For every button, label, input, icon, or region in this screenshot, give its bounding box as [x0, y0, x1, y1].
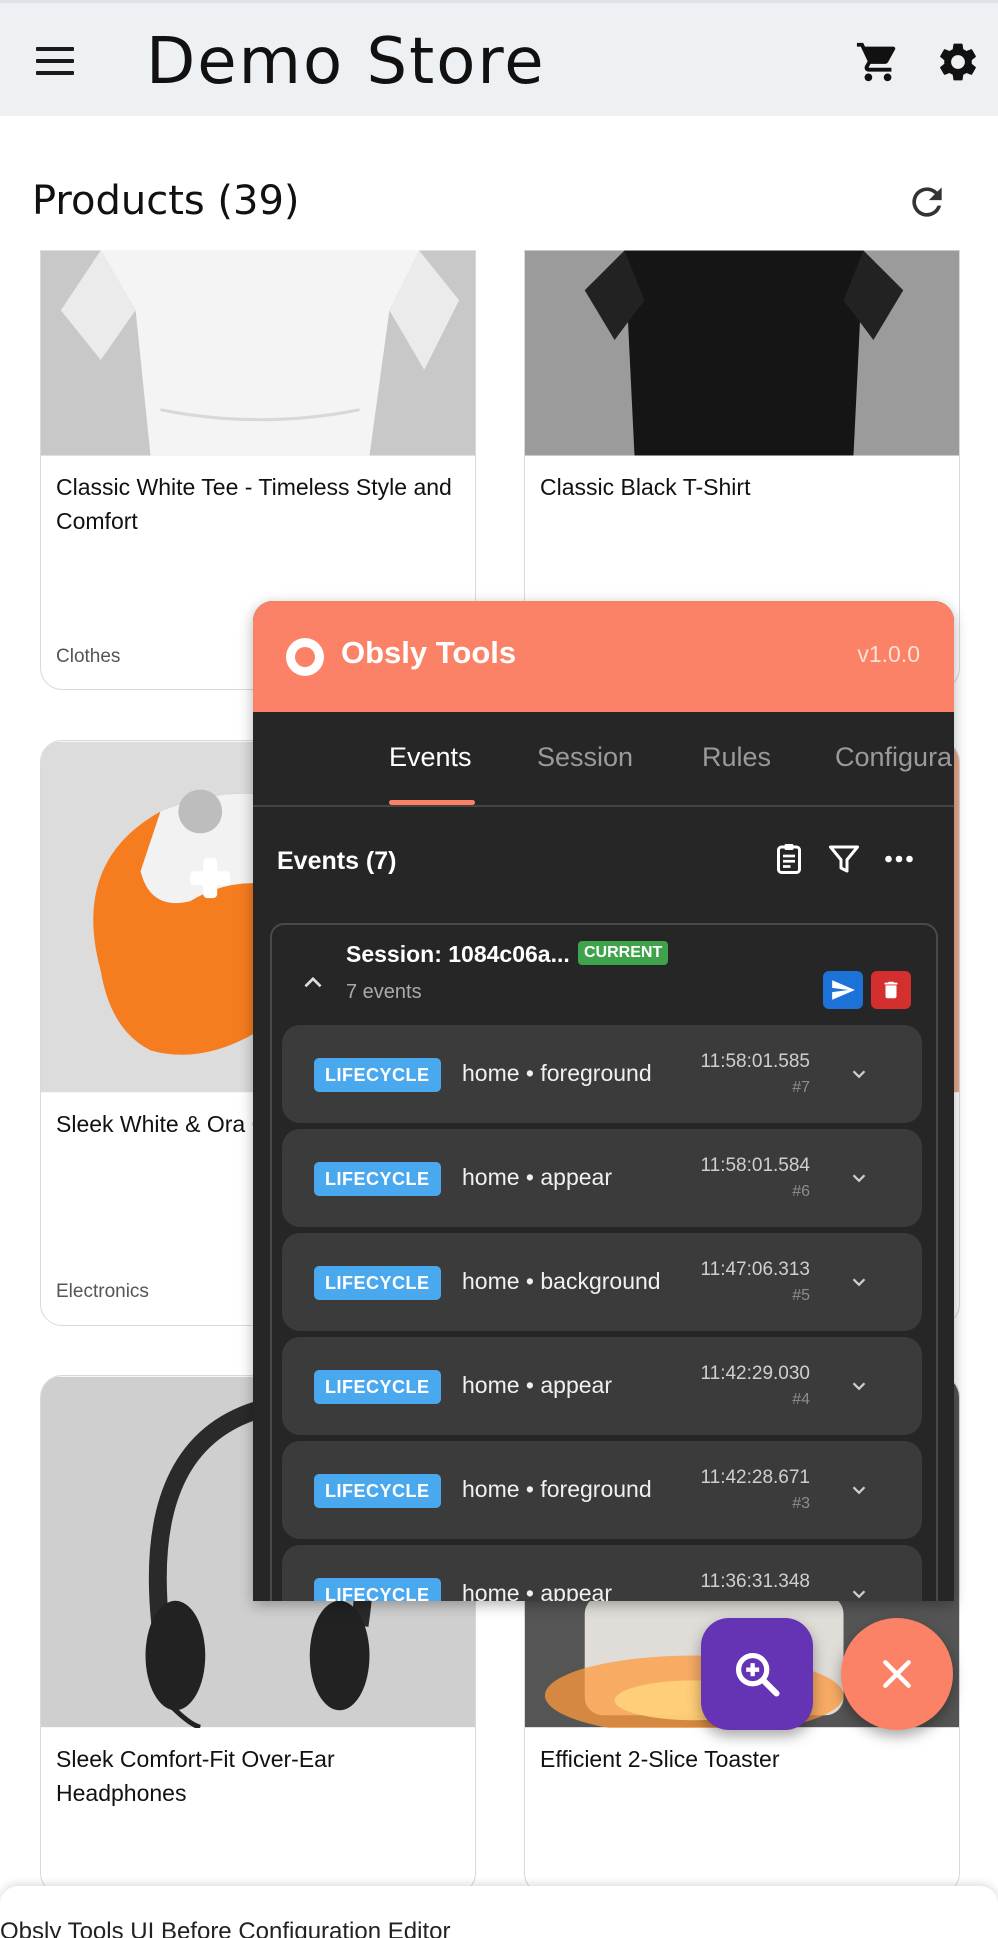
- send-icon: [832, 980, 855, 1000]
- zoom-in-icon: [735, 1652, 780, 1697]
- chevron-down-icon[interactable]: [848, 1271, 870, 1293]
- app-root: Demo Store Products (39) Classic White T…: [0, 0, 998, 1938]
- tab-configuration[interactable]: Configura: [835, 742, 952, 773]
- event-number: #7: [792, 1079, 810, 1096]
- tools-version: v1.0.0: [857, 641, 920, 667]
- event-type-tag: LIFECYCLE: [314, 1058, 441, 1092]
- app-title: Demo Store: [146, 25, 546, 99]
- event-row[interactable]: LIFECYCLE home • foreground 11:42:28.671…: [282, 1441, 922, 1539]
- delete-session-button[interactable]: [871, 971, 911, 1009]
- products-heading: Products (39): [32, 178, 300, 224]
- chevron-up-icon[interactable]: [300, 969, 326, 995]
- event-time: 11:36:31.348: [700, 1571, 810, 1592]
- event-row[interactable]: LIFECYCLE home • appear 11:42:29.030 #4: [282, 1337, 922, 1435]
- product-name: Classic White Tee - Timeless Style and C…: [56, 474, 452, 534]
- product-image: [525, 250, 959, 456]
- app-bar: Demo Store: [0, 0, 998, 116]
- event-type-tag: LIFECYCLE: [314, 1474, 441, 1508]
- event-time: 11:58:01.584: [700, 1155, 810, 1176]
- event-number: #5: [792, 1287, 810, 1304]
- event-row[interactable]: LIFECYCLE home • background 11:47:06.313…: [282, 1233, 922, 1331]
- event-number: #6: [792, 1183, 810, 1200]
- trash-icon: [884, 981, 898, 999]
- event-row[interactable]: LIFECYCLE home • appear 11:58:01.584 #6: [282, 1129, 922, 1227]
- current-badge: CURRENT: [578, 941, 669, 965]
- filter-icon[interactable]: [826, 841, 862, 877]
- event-row[interactable]: LIFECYCLE home • appear 11:36:31.348: [282, 1545, 922, 1601]
- events-heading: Events (7): [277, 847, 397, 875]
- product-name: Classic Black T-Shirt: [540, 474, 751, 500]
- session-event-count: 7 events: [346, 981, 422, 1003]
- obsly-tools-panel: Obsly Tools v1.0.0 Events Session Rules …: [253, 601, 954, 1601]
- send-session-button[interactable]: [823, 971, 863, 1009]
- chevron-down-icon[interactable]: [848, 1583, 870, 1601]
- close-tools-fab-button[interactable]: [841, 1618, 953, 1730]
- event-label: home • foreground: [462, 1060, 652, 1086]
- refresh-icon[interactable]: [905, 180, 949, 224]
- event-number: #4: [792, 1391, 810, 1408]
- bottom-caption: Obsly Tools UI Before Configuration Edit…: [0, 1918, 451, 1938]
- tools-tabs: Events Session Rules Configura: [253, 712, 954, 807]
- event-label: home • appear: [462, 1372, 612, 1398]
- tab-session[interactable]: Session: [537, 742, 633, 773]
- product-category: Electronics: [56, 1281, 149, 1302]
- settings-icon[interactable]: [935, 39, 981, 85]
- more-icon[interactable]: [881, 841, 917, 877]
- event-time: 11:42:28.671: [700, 1467, 810, 1488]
- close-icon: [883, 1660, 911, 1688]
- event-label: home • appear: [462, 1164, 612, 1190]
- tab-rules[interactable]: Rules: [702, 742, 771, 773]
- session-name: Session: 1084c06a...: [346, 941, 570, 967]
- inspect-fab-button[interactable]: [701, 1618, 813, 1730]
- chevron-down-icon[interactable]: [848, 1167, 870, 1189]
- event-time: 11:42:29.030: [700, 1363, 810, 1384]
- obsly-logo-icon: [286, 638, 324, 676]
- event-type-tag: LIFECYCLE: [314, 1266, 441, 1300]
- cart-icon[interactable]: [855, 39, 901, 85]
- product-name: Sleek Comfort-Fit Over-Ear Headphones: [56, 1746, 335, 1806]
- menu-icon[interactable]: [36, 47, 74, 75]
- session-group: Session: 1084c06a... CURRENT 7 events LI…: [270, 923, 938, 1601]
- event-time: 11:58:01.585: [700, 1051, 810, 1072]
- chevron-down-icon[interactable]: [848, 1375, 870, 1397]
- tools-header: Obsly Tools v1.0.0: [253, 601, 954, 712]
- tools-title: Obsly Tools: [341, 635, 517, 670]
- event-number: #3: [792, 1495, 810, 1512]
- event-time: 11:47:06.313: [700, 1259, 810, 1280]
- chevron-down-icon[interactable]: [848, 1063, 870, 1085]
- clipboard-icon[interactable]: [771, 841, 807, 877]
- event-type-tag: LIFECYCLE: [314, 1370, 441, 1404]
- product-image: [41, 250, 475, 456]
- event-label: home • background: [462, 1268, 661, 1294]
- event-label: home • foreground: [462, 1476, 652, 1502]
- event-label: home • appear: [462, 1580, 612, 1601]
- event-type-tag: LIFECYCLE: [314, 1578, 441, 1601]
- chevron-down-icon[interactable]: [848, 1479, 870, 1501]
- product-name: Efficient 2-Slice Toaster: [540, 1746, 780, 1772]
- product-category: Clothes: [56, 646, 121, 667]
- tab-events[interactable]: Events: [389, 742, 472, 773]
- event-type-tag: LIFECYCLE: [314, 1162, 441, 1196]
- active-tab-indicator: [389, 800, 475, 805]
- event-row[interactable]: LIFECYCLE home • foreground 11:58:01.585…: [282, 1025, 922, 1123]
